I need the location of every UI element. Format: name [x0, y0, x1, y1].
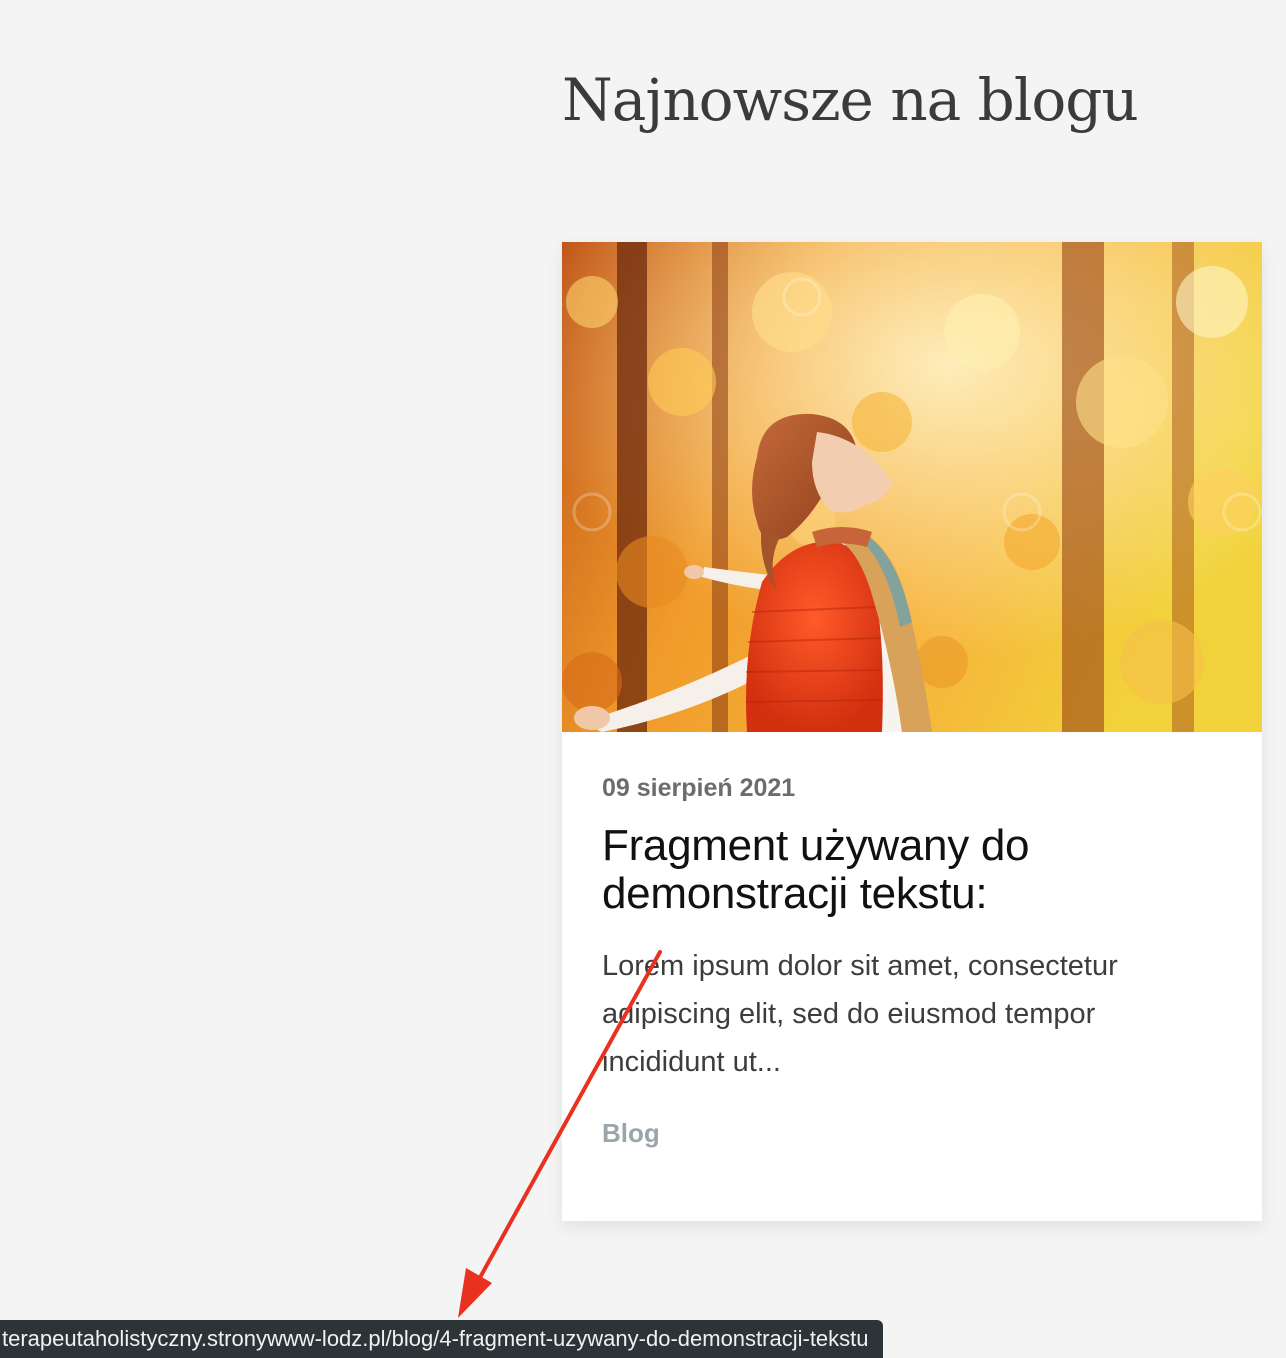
section-title: Najnowsze na blogu	[562, 66, 1139, 134]
blog-post-image[interactable]	[562, 242, 1262, 732]
blog-post-body: 09 sierpień 2021 Fragment używany do dem…	[562, 732, 1262, 1149]
blog-post-card[interactable]: 09 sierpień 2021 Fragment używany do dem…	[562, 242, 1262, 1221]
browser-status-bar-url: terapeutaholistyczny.stronywww-lodz.pl/b…	[0, 1320, 883, 1358]
post-category-link[interactable]: Blog	[602, 1118, 1222, 1149]
post-date: 09 sierpień 2021	[602, 774, 796, 802]
post-title[interactable]: Fragment używany do demonstracji tekstu:	[602, 822, 1222, 918]
post-excerpt: Lorem ipsum dolor sit amet, consectetur …	[602, 950, 1118, 1078]
page: Najnowsze na blogu 09 sierpień 2021 Frag…	[0, 0, 1286, 1358]
